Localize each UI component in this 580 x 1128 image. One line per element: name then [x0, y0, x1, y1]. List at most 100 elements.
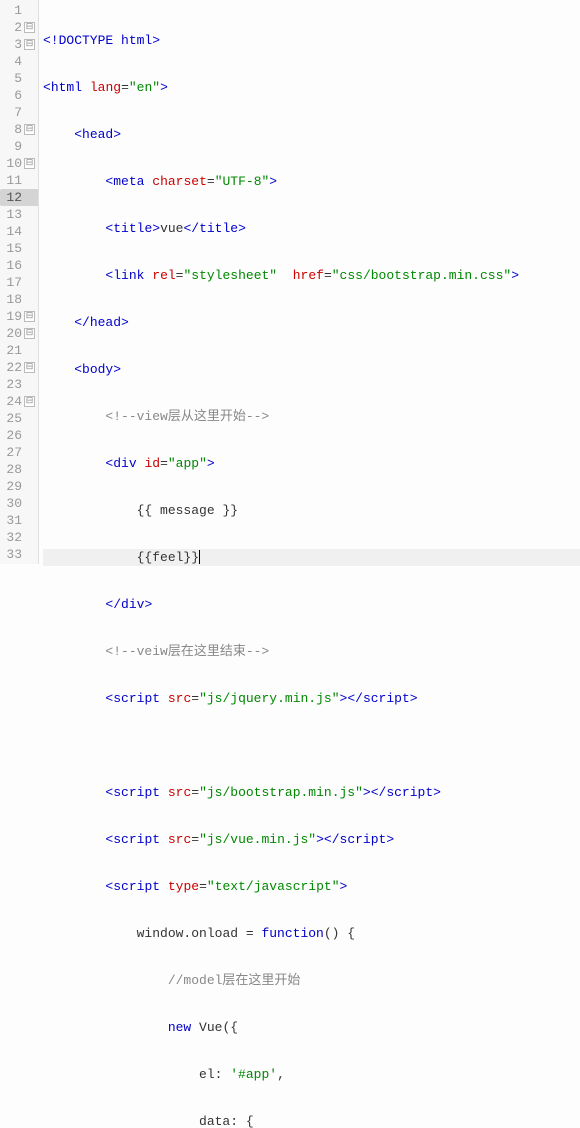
- gutter-line: 1: [0, 2, 38, 19]
- fold-toggle-icon[interactable]: ⊟: [24, 311, 35, 322]
- code-line[interactable]: data: {: [43, 1113, 580, 1128]
- gutter-line: 10⊟: [0, 155, 38, 172]
- line-number: 23: [0, 377, 22, 392]
- code-line[interactable]: //model层在这里开始: [43, 972, 580, 989]
- gutter-line: 23: [0, 376, 38, 393]
- line-number: 9: [0, 139, 22, 154]
- gutter-line: 25: [0, 410, 38, 427]
- line-number: 28: [0, 462, 22, 477]
- gutter-line: 31: [0, 512, 38, 529]
- gutter-line: 27: [0, 444, 38, 461]
- gutter-line: 3⊟: [0, 36, 38, 53]
- code-line[interactable]: <meta charset="UTF-8">: [43, 173, 580, 190]
- fold-toggle-icon[interactable]: ⊟: [24, 328, 35, 339]
- line-number: 10: [0, 156, 22, 171]
- code-line[interactable]: [43, 737, 580, 754]
- code-line[interactable]: window.onload = function() {: [43, 925, 580, 942]
- code-line[interactable]: <div id="app">: [43, 455, 580, 472]
- line-number: 31: [0, 513, 22, 528]
- code-line[interactable]: </head>: [43, 314, 580, 331]
- line-number: 8: [0, 122, 22, 137]
- line-number: 22: [0, 360, 22, 375]
- code-line[interactable]: <script src="js/jquery.min.js"></script>: [43, 690, 580, 707]
- fold-toggle-icon[interactable]: ⊟: [24, 396, 35, 407]
- line-number: 20: [0, 326, 22, 341]
- line-number: 30: [0, 496, 22, 511]
- line-number: 15: [0, 241, 22, 256]
- gutter-line: 11: [0, 172, 38, 189]
- line-number: 32: [0, 530, 22, 545]
- line-number: 18: [0, 292, 22, 307]
- line-number: 27: [0, 445, 22, 460]
- line-number: 4: [0, 54, 22, 69]
- gutter-line: 30: [0, 495, 38, 512]
- line-number: 13: [0, 207, 22, 222]
- fold-toggle-icon[interactable]: ⊟: [24, 22, 35, 33]
- code-line[interactable]: {{ message }}: [43, 502, 580, 519]
- code-line[interactable]: <body>: [43, 361, 580, 378]
- gutter-line: 26: [0, 427, 38, 444]
- code-line[interactable]: <!--view层从这里开始-->: [43, 408, 580, 425]
- gutter-line: 15: [0, 240, 38, 257]
- gutter-line: 5: [0, 70, 38, 87]
- gutter-line: 12: [0, 189, 38, 206]
- line-number: 21: [0, 343, 22, 358]
- line-number: 6: [0, 88, 22, 103]
- code-area[interactable]: <!DOCTYPE html> <html lang="en"> <head> …: [39, 0, 580, 564]
- line-number: 26: [0, 428, 22, 443]
- fold-toggle-icon[interactable]: ⊟: [24, 362, 35, 373]
- gutter-line: 18: [0, 291, 38, 308]
- line-number: 7: [0, 105, 22, 120]
- code-line[interactable]: <link rel="stylesheet" href="css/bootstr…: [43, 267, 580, 284]
- gutter-line: 22⊟: [0, 359, 38, 376]
- gutter-line: 7: [0, 104, 38, 121]
- fold-toggle-icon[interactable]: ⊟: [24, 124, 35, 135]
- gutter-line: 21: [0, 342, 38, 359]
- line-number: 11: [0, 173, 22, 188]
- gutter: 12⊟3⊟45678⊟910⊟111213141516171819⊟20⊟212…: [0, 0, 39, 564]
- gutter-line: 2⊟: [0, 19, 38, 36]
- line-number: 25: [0, 411, 22, 426]
- code-editor[interactable]: 12⊟3⊟45678⊟910⊟111213141516171819⊟20⊟212…: [0, 0, 580, 564]
- gutter-line: 28: [0, 461, 38, 478]
- line-number: 24: [0, 394, 22, 409]
- gutter-line: 13: [0, 206, 38, 223]
- line-number: 5: [0, 71, 22, 86]
- gutter-line: 20⊟: [0, 325, 38, 342]
- gutter-line: 24⊟: [0, 393, 38, 410]
- cursor: [199, 550, 200, 564]
- code-line-current[interactable]: {{feel}}: [43, 549, 580, 566]
- code-line[interactable]: new Vue({: [43, 1019, 580, 1036]
- gutter-line: 16: [0, 257, 38, 274]
- code-line[interactable]: <script type="text/javascript">: [43, 878, 580, 895]
- code-line[interactable]: <script src="js/bootstrap.min.js"></scri…: [43, 784, 580, 801]
- line-number: 12: [0, 190, 22, 205]
- gutter-line: 4: [0, 53, 38, 70]
- code-line[interactable]: </div>: [43, 596, 580, 613]
- line-number: 17: [0, 275, 22, 290]
- fold-toggle-icon[interactable]: ⊟: [24, 39, 35, 50]
- line-number: 29: [0, 479, 22, 494]
- code-line[interactable]: <html lang="en">: [43, 79, 580, 96]
- gutter-line: 14: [0, 223, 38, 240]
- code-line[interactable]: <title>vue</title>: [43, 220, 580, 237]
- gutter-line: 32: [0, 529, 38, 546]
- gutter-line: 6: [0, 87, 38, 104]
- gutter-line: 17: [0, 274, 38, 291]
- line-number: 1: [0, 3, 22, 18]
- code-line[interactable]: <script src="js/vue.min.js"></script>: [43, 831, 580, 848]
- line-number: 2: [0, 20, 22, 35]
- gutter-line: 9: [0, 138, 38, 155]
- line-number: 19: [0, 309, 22, 324]
- fold-toggle-icon[interactable]: ⊟: [24, 158, 35, 169]
- gutter-line: 19⊟: [0, 308, 38, 325]
- code-line[interactable]: <head>: [43, 126, 580, 143]
- code-line[interactable]: el: '#app',: [43, 1066, 580, 1083]
- line-number: 14: [0, 224, 22, 239]
- gutter-line: 29: [0, 478, 38, 495]
- gutter-line: 8⊟: [0, 121, 38, 138]
- gutter-line: 33: [0, 546, 38, 563]
- code-line[interactable]: <!DOCTYPE html>: [43, 32, 580, 49]
- code-line[interactable]: <!--veiw层在这里结束-->: [43, 643, 580, 660]
- line-number: 3: [0, 37, 22, 52]
